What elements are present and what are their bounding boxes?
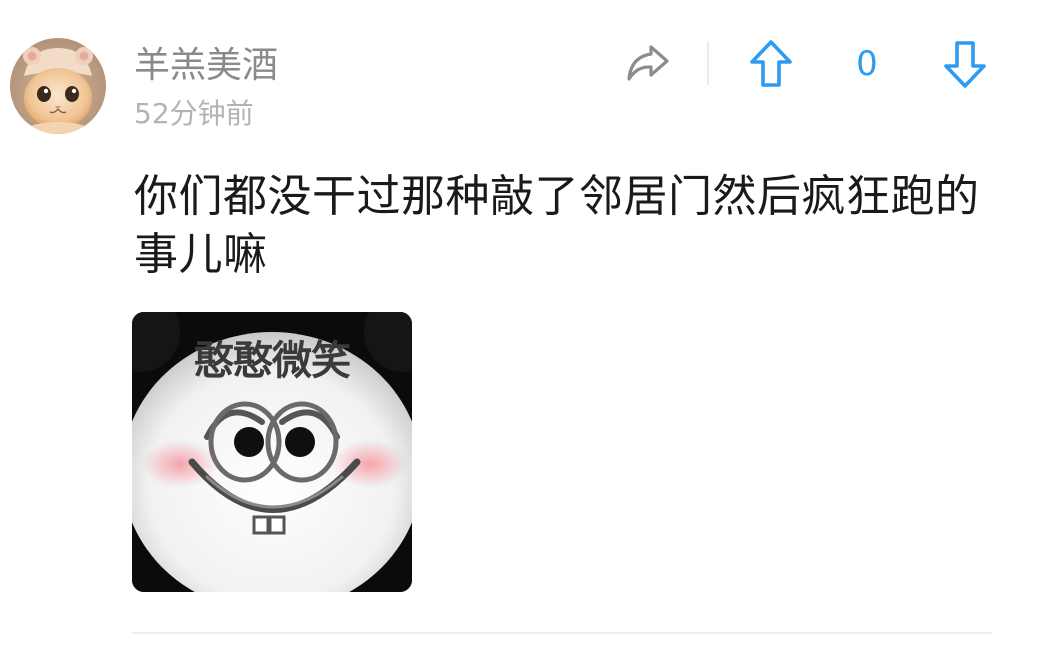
image-caption-text: 憨憨微笑 — [194, 338, 351, 384]
action-divider — [707, 41, 709, 85]
upvote-button[interactable] — [744, 36, 798, 92]
author-name[interactable]: 羊羔美酒 — [134, 42, 278, 90]
cat-avatar-image — [10, 38, 106, 134]
post-divider — [132, 632, 992, 634]
post-text: 你们都没干过那种敲了邻居门然后疯狂跑的事儿嘛 — [134, 171, 980, 280]
avatar[interactable] — [10, 38, 106, 134]
share-button[interactable] — [622, 38, 674, 88]
downvote-arrow-icon — [944, 41, 986, 88]
post-timestamp: 52分钟前 — [134, 97, 254, 130]
post-image[interactable]: 憨憨微笑 — [132, 312, 412, 592]
vote-count: 0 — [856, 44, 878, 84]
share-arrow-icon — [627, 45, 669, 81]
upvote-arrow-icon — [750, 40, 792, 87]
downvote-button[interactable] — [938, 36, 992, 92]
